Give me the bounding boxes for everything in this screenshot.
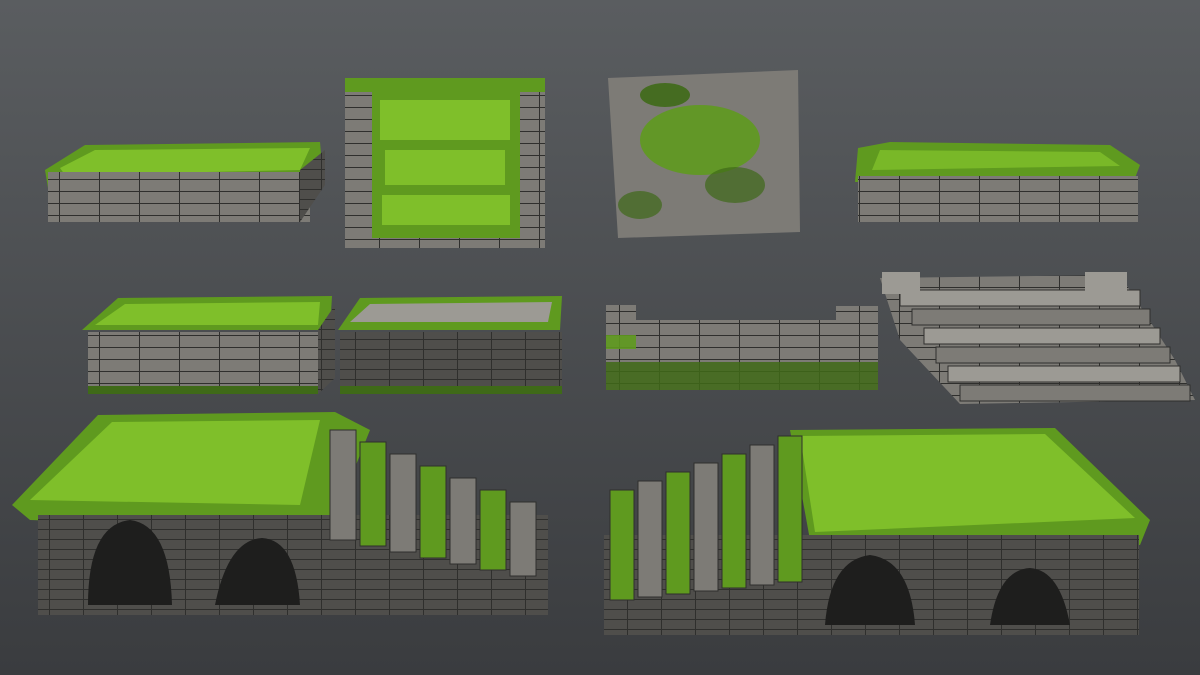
stair-step: [693, 462, 719, 592]
stair-step: [911, 308, 1151, 326]
asset-preview-stage: [0, 0, 1200, 675]
stair-step: [935, 346, 1171, 364]
stair-step: [923, 327, 1161, 345]
stair-step: [899, 289, 1141, 307]
stone-block-wall-mossy-top: [82, 296, 335, 394]
stone-block-wall-brown: [338, 296, 562, 394]
stair-step: [419, 465, 447, 559]
stair-step: [665, 471, 691, 595]
stone-asset-scene: [0, 0, 1200, 675]
stair-step: [777, 435, 803, 583]
weathered-stone-tile-mossy: [608, 70, 800, 238]
stair-step: [637, 480, 663, 598]
stair-step: [947, 365, 1181, 383]
stair-step: [449, 477, 477, 565]
low-stone-slab-mossy-top: [45, 142, 325, 222]
stair-step: [721, 453, 747, 589]
stair-step: [749, 444, 775, 586]
upright-stone-panel-mossy: [345, 78, 545, 248]
stair-step: [609, 489, 635, 601]
stair-step: [359, 441, 387, 547]
stair-step: [479, 489, 507, 571]
stair-step: [959, 384, 1191, 402]
stair-step: [389, 453, 417, 553]
low-stone-slab-light-moss: [855, 142, 1140, 222]
stair-step: [329, 429, 357, 541]
stair-step: [509, 501, 537, 577]
